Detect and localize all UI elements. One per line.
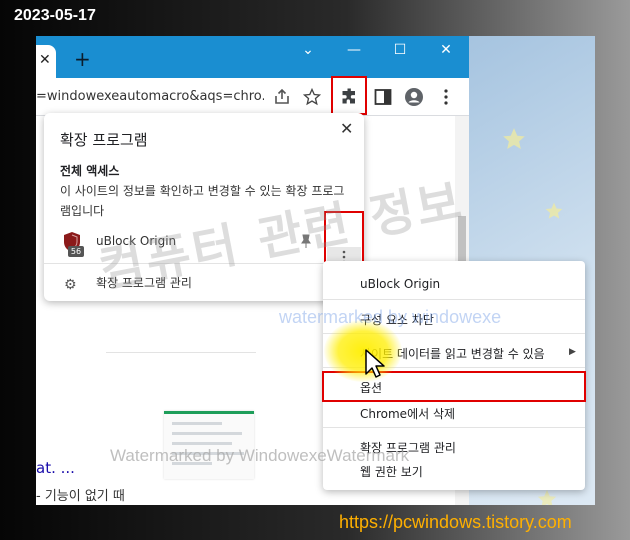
tab-bar: ✕ + ⌄ — ☐ ✕ xyxy=(36,36,469,78)
extensions-button-highlight xyxy=(331,76,367,115)
close-window-button[interactable]: ✕ xyxy=(434,42,458,58)
bookmark-star-icon[interactable] xyxy=(302,87,322,107)
maximize-button[interactable]: ☐ xyxy=(388,42,412,58)
extension-badge: 56 xyxy=(68,246,84,257)
cursor-highlight xyxy=(324,320,402,382)
side-panel-icon[interactable] xyxy=(373,87,393,107)
watermark-bottom: Watermarked by WindowexeWatermark xyxy=(110,446,410,465)
menu-item-extension-name[interactable]: uBlock Origin xyxy=(360,277,440,291)
site-url: https://pcwindows.tistory.com xyxy=(339,512,572,532)
menu-item-remove[interactable]: Chrome에서 삭제 xyxy=(360,405,455,422)
share-icon[interactable] xyxy=(272,87,292,107)
browser-toolbar: =windowexeautomacro&aqs=chro... xyxy=(36,78,469,116)
menu-separator xyxy=(323,299,585,300)
menu-separator xyxy=(323,427,585,428)
full-access-heading: 전체 액세스 xyxy=(60,164,120,178)
tab-search-icon[interactable]: ⌄ xyxy=(296,42,320,58)
close-icon[interactable]: ✕ xyxy=(340,119,353,138)
address-bar-url[interactable]: =windowexeautomacro&aqs=chro... xyxy=(36,89,264,104)
gear-icon: ⚙ xyxy=(64,277,77,293)
watermark-blue: watermarked by windowexe xyxy=(279,307,502,327)
star-decoration xyxy=(503,128,525,149)
mouse-cursor-icon xyxy=(365,349,385,378)
minimize-button[interactable]: — xyxy=(342,42,366,58)
content-divider xyxy=(106,352,256,353)
active-tab[interactable]: ✕ xyxy=(36,45,56,78)
menu-kebab-icon[interactable] xyxy=(436,87,456,107)
star-decoration xyxy=(537,489,557,505)
content-thumbnail[interactable] xyxy=(164,411,254,479)
popup-title: 확장 프로그램 xyxy=(60,131,148,149)
search-result-snippet: - 기능이 없기 때 xyxy=(36,489,125,504)
new-tab-button[interactable]: + xyxy=(74,49,91,69)
submenu-arrow-icon: ▶ xyxy=(569,347,576,357)
profile-icon[interactable] xyxy=(404,87,424,107)
screenshot-area: ✕ + ⌄ — ☐ ✕ =windowexeautomacro&aqs=chro… xyxy=(36,36,595,505)
star-decoration xyxy=(545,202,563,219)
date-stamp: 2023-05-17 xyxy=(14,7,96,24)
search-result-link[interactable]: at. ... xyxy=(36,459,75,477)
tab-close-icon[interactable]: ✕ xyxy=(39,52,51,68)
